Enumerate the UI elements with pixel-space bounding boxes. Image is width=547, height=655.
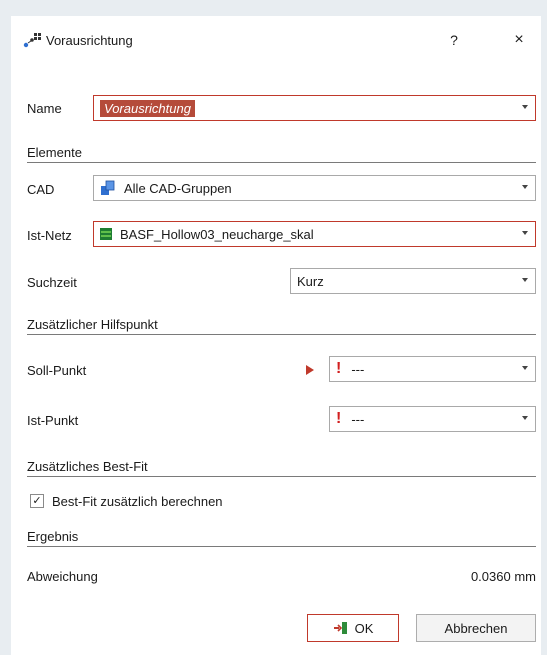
bestfit-checkbox-label[interactable]: Best-Fit zusätzlich berechnen [52,494,223,509]
search-time-select[interactable]: Kurz [290,268,536,294]
section-divider [27,162,536,163]
cancel-button[interactable]: Abbrechen [416,614,536,642]
name-input-value[interactable]: Vorausrichtung [100,99,195,117]
chevron-down-icon[interactable] [522,278,528,282]
section-elemente: Elemente [27,145,82,160]
section-divider [27,546,536,547]
ok-button[interactable]: OK [307,614,399,642]
mesh-label: Ist-Netz [27,228,72,243]
mesh-select-value: BASF_Hollow03_neucharge_skal [120,226,314,242]
section-bestfit: Zusätzliches Best-Fit [27,459,148,474]
section-divider [27,476,536,477]
help-button[interactable]: ? [442,28,466,52]
actual-point-value: --- [351,411,365,427]
deviation-label: Abweichung [27,569,98,584]
name-label: Name [27,101,62,116]
exclamation-icon: ! [336,360,342,377]
cad-select-value: Alle CAD-Gruppen [124,180,232,196]
chevron-down-icon[interactable] [522,105,528,109]
section-divider [27,334,536,335]
target-point-select[interactable]: ! --- [329,356,536,382]
mesh-icon [100,228,112,240]
close-button[interactable]: × [507,28,531,52]
search-time-value: Kurz [297,273,324,289]
section-ergebnis: Ergebnis [27,529,79,544]
exclamation-icon: ! [336,410,342,427]
chevron-down-icon[interactable] [522,185,528,189]
apply-icon [333,621,349,635]
chevron-down-icon[interactable] [522,366,528,370]
chevron-down-icon[interactable] [522,416,528,420]
actual-point-label: Ist-Punkt [27,413,79,428]
dialog-title: Vorausrichtung [46,33,133,48]
target-point-label: Soll-Punkt [27,363,87,378]
chevron-down-icon[interactable] [522,231,528,235]
section-hilfspunkt: Zusätzlicher Hilfspunkt [27,317,158,332]
mesh-select[interactable]: BASF_Hollow03_neucharge_skal [93,221,536,247]
ok-button-label: OK [354,620,374,636]
deviation-value: 0.0360 mm [470,569,536,584]
target-point-value: --- [351,361,365,377]
bestfit-checkbox[interactable]: ✓ [30,494,44,508]
cad-label: CAD [27,182,55,197]
dialog-window: Vorausrichtung ? × Name Vorausrichtung E… [11,16,541,655]
alignment-points-icon [22,31,44,49]
cad-groups-icon [100,180,116,196]
name-combo[interactable]: Vorausrichtung [93,95,536,121]
cad-select[interactable]: Alle CAD-Gruppen [93,175,536,201]
actual-point-select[interactable]: ! --- [329,406,536,432]
play-arrow-icon[interactable] [306,365,314,375]
search-time-label: Suchzeit [27,275,77,290]
